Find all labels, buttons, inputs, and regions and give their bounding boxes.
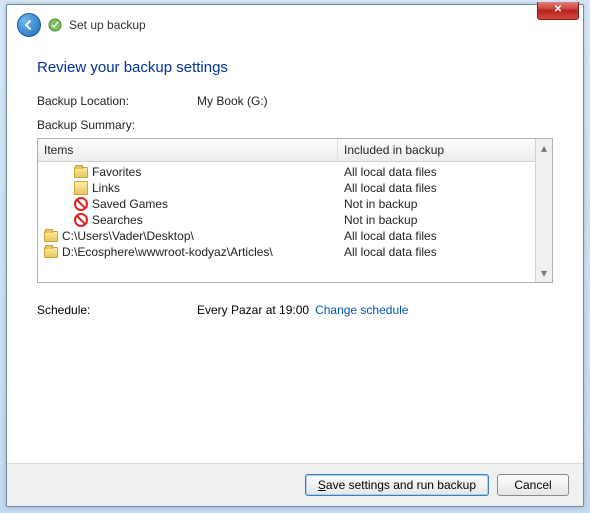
scroll-up-icon[interactable]: ▴ (541, 141, 547, 155)
page-heading: Review your backup settings (37, 59, 553, 76)
item-name: Links (92, 181, 120, 195)
item-name: C:\Users\Vader\Desktop\ (62, 229, 194, 243)
cell-included: All local data files (338, 229, 535, 243)
cell-item: Saved Games (38, 197, 338, 211)
folder-icon (44, 229, 58, 243)
item-name: D:\Ecosphere\wwwroot-kodyaz\Articles\ (62, 245, 273, 259)
item-name: Searches (92, 213, 143, 227)
back-arrow-icon (23, 19, 35, 31)
cell-item: Searches (38, 213, 338, 227)
folder-icon (44, 245, 58, 259)
backup-location-label: Backup Location: (37, 94, 197, 108)
table-row[interactable]: Saved Games Not in backup (38, 196, 535, 212)
cell-included: All local data files (338, 181, 535, 195)
cell-item: Links (38, 181, 338, 195)
cell-included: Not in backup (338, 197, 535, 211)
cell-item: C:\Users\Vader\Desktop\ (38, 229, 338, 243)
summary-table: Items Included in backup Favorites All lo… (37, 138, 553, 283)
close-button[interactable]: ✕ (537, 2, 579, 20)
table-row[interactable]: C:\Users\Vader\Desktop\ All local data fi… (38, 228, 535, 244)
wizard-icon (47, 17, 63, 33)
change-schedule-link[interactable]: Change schedule (315, 303, 408, 317)
schedule-label: Schedule: (37, 303, 197, 317)
column-included[interactable]: Included in backup (338, 139, 552, 161)
backup-location-value: My Book (G:) (197, 94, 268, 108)
cell-included: All local data files (338, 165, 535, 179)
header-title: Set up backup (69, 18, 146, 32)
header: Set up backup (7, 5, 583, 43)
scrollbar[interactable]: ▴ ▾ (535, 139, 552, 282)
folder-icon (74, 165, 88, 179)
save-and-run-button[interactable]: Save settings and run backup (305, 474, 489, 496)
cell-item: Favorites (38, 165, 338, 179)
links-icon (74, 181, 88, 195)
cell-included: All local data files (338, 245, 535, 259)
excluded-icon (74, 213, 88, 227)
item-name: Saved Games (92, 197, 168, 211)
table-body: Favorites All local data files Links All lo… (38, 162, 535, 262)
excluded-icon (74, 197, 88, 211)
summary-label: Backup Summary: (37, 118, 553, 132)
schedule-row: Schedule: Every Pazar at 19:00 Change sc… (37, 303, 553, 317)
table-row[interactable]: Links All local data files (38, 180, 535, 196)
content: Review your backup settings Backup Locat… (7, 43, 583, 463)
cell-included: Not in backup (338, 213, 535, 227)
cell-item: D:\Ecosphere\wwwroot-kodyaz\Articles\ (38, 245, 338, 259)
scroll-down-icon[interactable]: ▾ (541, 266, 547, 280)
wizard-window: ✕ Set up backup Review your backup setti… (6, 4, 584, 507)
column-items[interactable]: Items (38, 139, 338, 161)
schedule-value: Every Pazar at 19:00 (197, 303, 309, 317)
back-button[interactable] (17, 13, 41, 37)
close-icon: ✕ (554, 4, 562, 15)
cancel-button[interactable]: Cancel (497, 474, 569, 496)
backup-location-row: Backup Location: My Book (G:) (37, 94, 553, 108)
table-row[interactable]: D:\Ecosphere\wwwroot-kodyaz\Articles\ All… (38, 244, 535, 260)
footer: Save settings and run backup Cancel (7, 463, 583, 506)
table-row[interactable]: Favorites All local data files (38, 164, 535, 180)
item-name: Favorites (92, 165, 141, 179)
table-row[interactable]: Searches Not in backup (38, 212, 535, 228)
table-header: Items Included in backup (38, 139, 552, 162)
